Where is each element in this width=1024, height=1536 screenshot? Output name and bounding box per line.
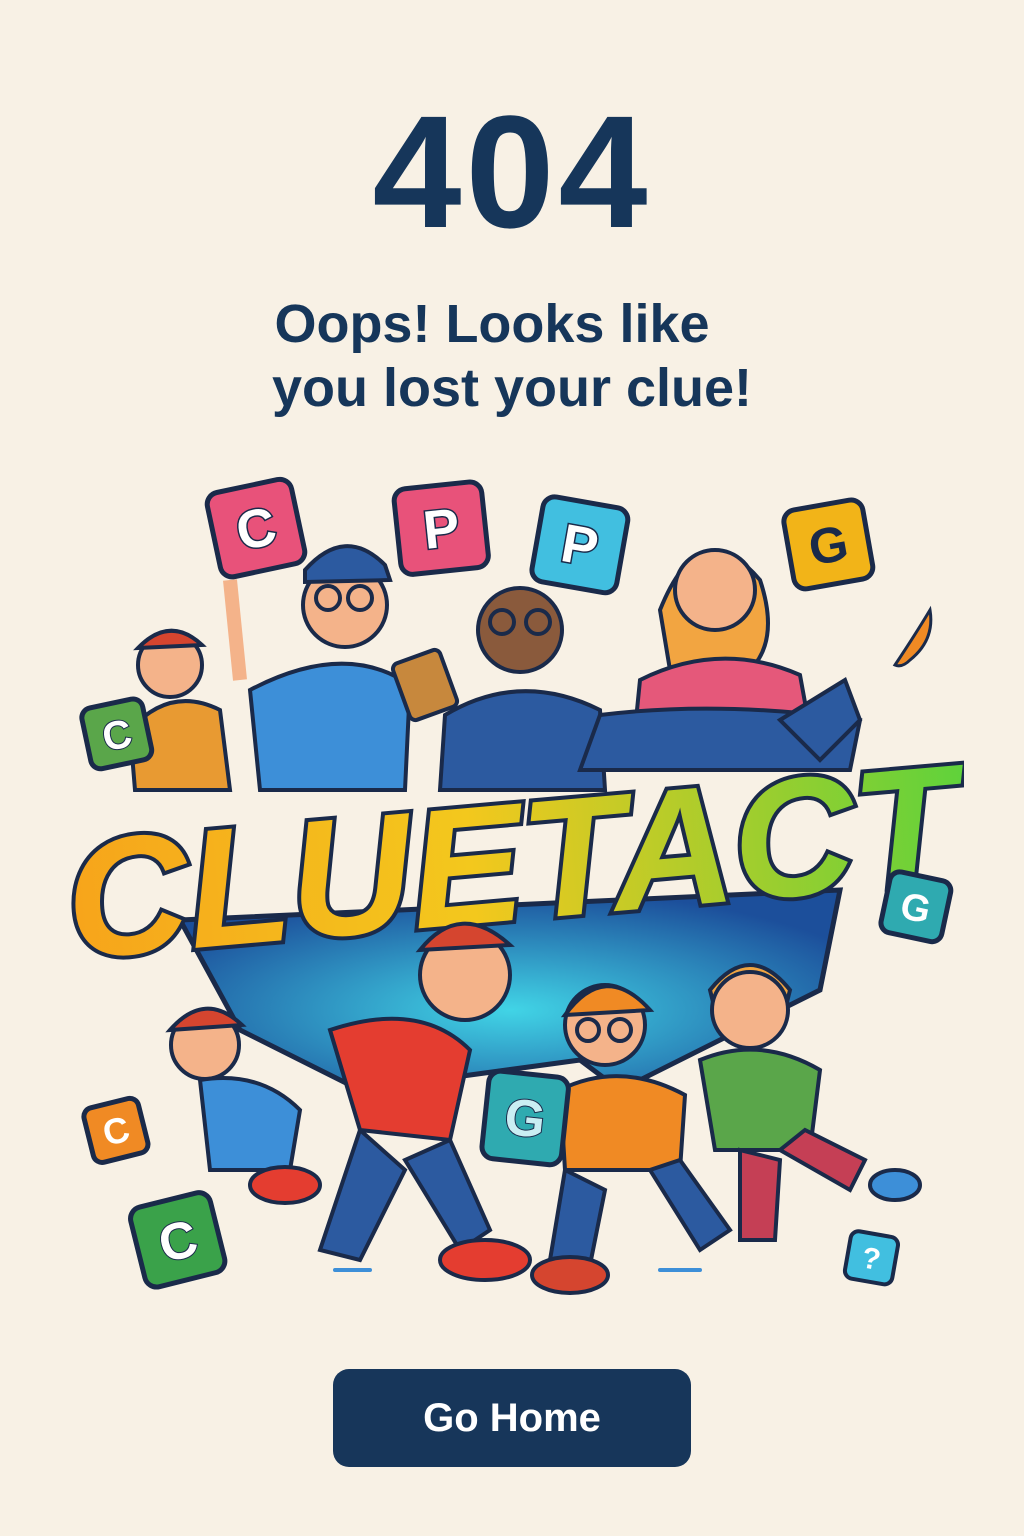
cluetact-illustration: CLUETACT C P P G C G G C C ? (60, 476, 964, 1295)
letter-tile: G (781, 497, 876, 592)
error-code: 404 (372, 82, 652, 261)
svg-text:P: P (420, 497, 462, 560)
letter-tile: P (529, 494, 631, 596)
letter-tile: ? (842, 1229, 901, 1287)
letter-tile: G (479, 1068, 571, 1168)
letter-tile: C (204, 476, 308, 580)
person-bald-tablet (390, 586, 608, 792)
svg-text:G: G (502, 1088, 548, 1150)
error-message-line-1: Oops! Looks like (274, 294, 710, 354)
person-green-sweater (697, 963, 922, 1242)
letter-tile: C (81, 1095, 151, 1165)
error-message: Oops! Looks like you lost your clue! (0, 292, 1024, 420)
letter-tile: G (878, 869, 954, 945)
orange-drop-shape (892, 605, 933, 668)
error-message-line-2: you lost your clue! (271, 358, 753, 418)
letter-tile: C (79, 696, 155, 772)
person-blue-glasses (223, 544, 413, 792)
go-home-button[interactable]: Go Home (333, 1369, 691, 1467)
letter-tile: C (128, 1190, 228, 1290)
letter-tile: P (391, 479, 491, 577)
